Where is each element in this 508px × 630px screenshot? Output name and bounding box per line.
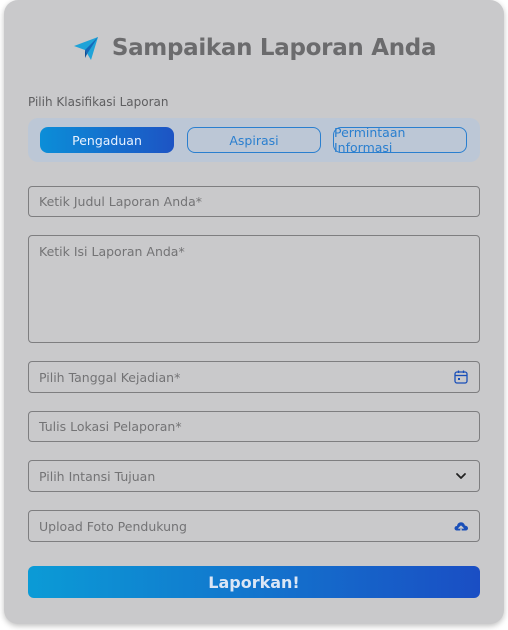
form-header: Sampaikan Laporan Anda bbox=[4, 28, 504, 68]
cloud-upload-icon[interactable] bbox=[453, 518, 469, 534]
agency-select-placeholder: Pilih Intansi Tujuan bbox=[39, 468, 156, 484]
paper-plane-icon bbox=[72, 34, 100, 62]
photo-upload-placeholder: Upload Foto Pendukung bbox=[39, 518, 187, 534]
incident-date-placeholder: Pilih Tanggal Kejadian* bbox=[39, 369, 181, 385]
classification-label: Pilih Klasifikasi Laporan bbox=[28, 95, 169, 109]
tab-permintaan-informasi[interactable]: Permintaan Informasi bbox=[333, 125, 467, 155]
classification-tabs: Pengaduan Aspirasi Permintaan Informasi bbox=[28, 118, 480, 162]
tab-aspirasi[interactable]: Aspirasi bbox=[187, 127, 321, 153]
calendar-icon[interactable] bbox=[453, 369, 469, 385]
page-title: Sampaikan Laporan Anda bbox=[111, 35, 437, 61]
report-title-placeholder: Ketik Judul Laporan Anda* bbox=[39, 194, 202, 209]
report-location-placeholder: Tulis Lokasi Pelaporan* bbox=[39, 419, 182, 434]
report-form-card: Sampaikan Laporan Anda Pilih Klasifikasi… bbox=[4, 0, 504, 624]
report-content-placeholder: Ketik Isi Laporan Anda* bbox=[39, 244, 185, 259]
submit-report-button[interactable]: Laporkan! bbox=[28, 566, 480, 598]
report-content-textarea[interactable]: Ketik Isi Laporan Anda* bbox=[28, 235, 480, 343]
tab-pengaduan[interactable]: Pengaduan bbox=[40, 127, 174, 153]
photo-upload-field[interactable]: Upload Foto Pendukung bbox=[28, 510, 480, 542]
incident-date-picker[interactable]: Pilih Tanggal Kejadian* bbox=[28, 361, 480, 393]
report-title-input[interactable]: Ketik Judul Laporan Anda* bbox=[28, 186, 480, 217]
chevron-down-icon[interactable] bbox=[453, 468, 469, 484]
report-location-input[interactable]: Tulis Lokasi Pelaporan* bbox=[28, 411, 480, 442]
agency-select[interactable]: Pilih Intansi Tujuan bbox=[28, 460, 480, 492]
